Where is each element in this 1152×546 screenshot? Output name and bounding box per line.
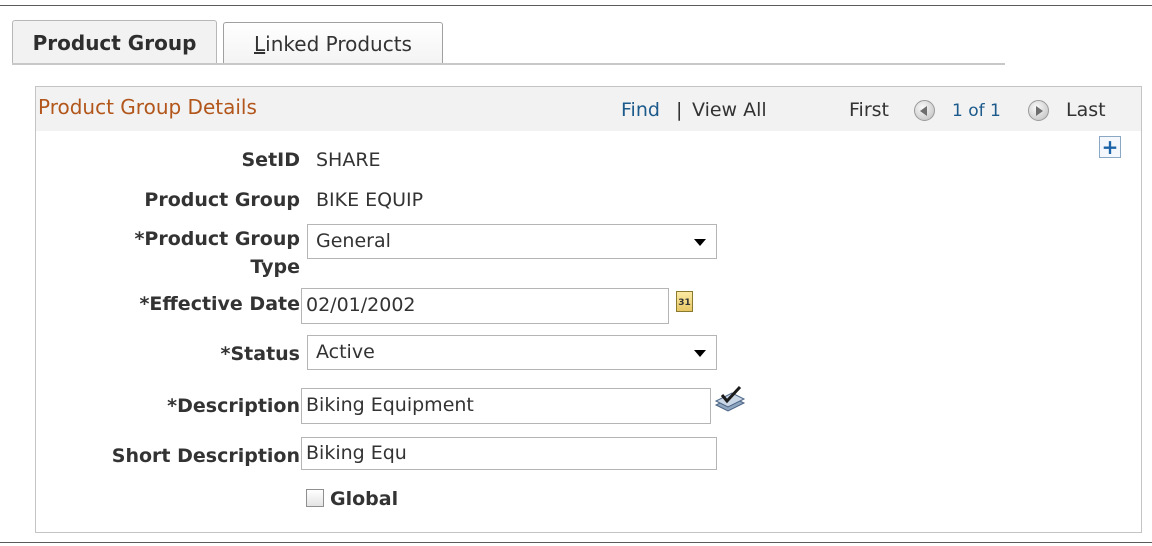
nav-separator: | (676, 99, 683, 121)
short-description-input[interactable]: Biking Equ (301, 437, 717, 470)
first-label: First (849, 99, 889, 121)
global-label: Global (330, 488, 399, 510)
bottom-divider (0, 542, 1152, 543)
add-row-button[interactable]: + (1099, 136, 1121, 158)
setid-value: SHARE (316, 149, 381, 171)
top-divider (0, 5, 1152, 6)
status-select[interactable]: Active (307, 335, 717, 370)
effective-date-label: *Effective Date (139, 293, 301, 315)
group-box-title: Product Group Details (38, 95, 257, 119)
effective-date-input[interactable]: 02/01/2002 (301, 288, 669, 324)
group-box-header: Product Group Details Find | View All Fi… (36, 87, 1141, 131)
effective-date-value: 02/01/2002 (306, 294, 416, 316)
product-group-value: BIKE EQUIP (316, 189, 424, 211)
global-checkbox[interactable] (306, 489, 324, 507)
description-label: *Description (167, 395, 300, 417)
plus-icon: + (1101, 135, 1119, 159)
short-description-label: Short Description (111, 445, 300, 467)
description-input[interactable]: Biking Equipment (301, 388, 711, 424)
next-arrow-icon[interactable] (1028, 100, 1049, 121)
product-group-label: Product Group (144, 189, 300, 211)
description-value: Biking Equipment (306, 394, 474, 416)
tab-product-group-label: Product Group (32, 31, 197, 55)
find-link[interactable]: Find (621, 99, 660, 121)
setid-label: SetID (241, 149, 301, 171)
calendar-icon[interactable]: 31 (676, 291, 693, 312)
tab-product-group[interactable]: Product Group (12, 20, 217, 65)
tab-underline (12, 63, 1005, 65)
tab-linked-products-label: Linked Products (254, 31, 412, 56)
spellcheck-icon[interactable] (714, 385, 746, 415)
status-value: Active (316, 341, 375, 363)
product-group-type-label-line2: Type (250, 256, 300, 278)
product-group-type-label: *Product Group (134, 228, 300, 250)
short-description-value: Biking Equ (306, 442, 407, 464)
status-label: *Status (220, 343, 300, 365)
product-group-type-select[interactable]: General (307, 224, 717, 259)
tab-linked-products[interactable]: Linked Products (223, 22, 443, 64)
product-group-type-value: General (316, 230, 391, 252)
chevron-down-icon (694, 350, 706, 357)
previous-arrow-icon[interactable] (914, 100, 935, 121)
row-count: 1 of 1 (952, 101, 1001, 121)
last-label: Last (1066, 99, 1106, 121)
view-all-link[interactable]: View All (692, 99, 767, 121)
chevron-down-icon (694, 239, 706, 246)
